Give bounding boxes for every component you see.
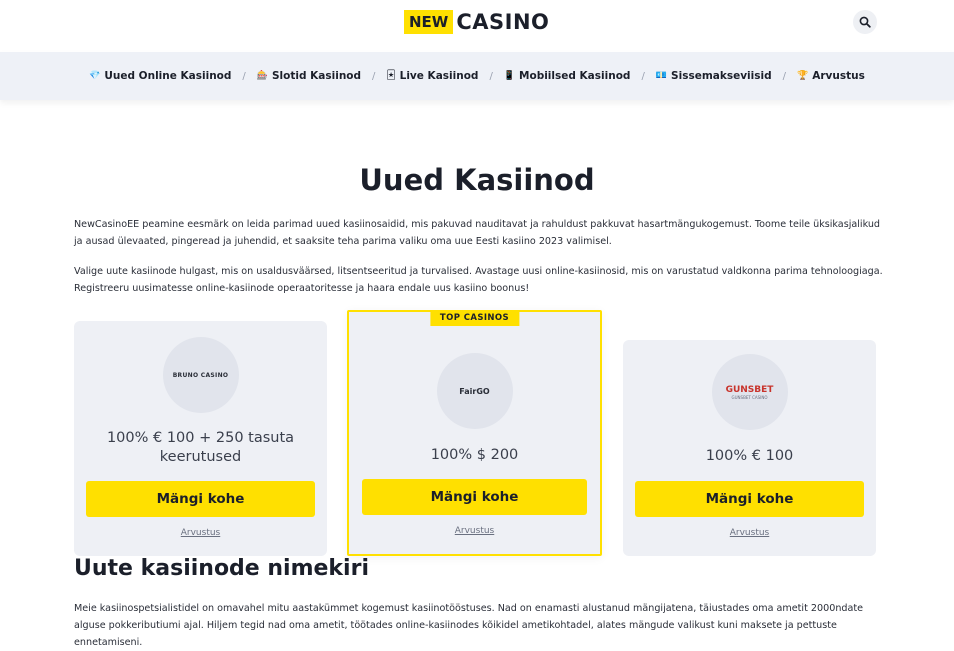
play-now-button[interactable]: Mängi kohe xyxy=(635,481,864,517)
main-nav: 💎 Uued Online Kasiinod / 🎰 Slotid Kasiin… xyxy=(0,52,954,100)
page-title: Uued Kasiinod xyxy=(359,163,595,197)
slot-machine-icon: 🎰 xyxy=(256,71,268,81)
nav-separator: / xyxy=(641,70,645,82)
bonus-text: 100% € 100 + 250 tasuta keerutused xyxy=(106,430,295,465)
nav-item-slotid-kasiinod[interactable]: 🎰 Slotid Kasiinod xyxy=(257,70,361,82)
mobile-phone-icon: 📱 xyxy=(503,71,516,81)
list-intro-paragraph: Meie kasiinospetsialistidel on omavahel … xyxy=(74,603,864,648)
nav-separator: / xyxy=(242,70,246,82)
review-link[interactable]: Arvustus xyxy=(623,528,876,538)
cards-icon: 🃏 xyxy=(386,71,396,81)
play-now-button[interactable]: Mängi kohe xyxy=(86,481,315,517)
nav-item-label: Slotid Kasiinod xyxy=(272,70,362,82)
gunsbet-logo-subtext: GUNSBET CASINO xyxy=(731,394,768,400)
nav-separator: / xyxy=(782,70,786,82)
bruno-casino-logo-text: BRUNO CASINO xyxy=(172,371,229,379)
casino-card-gunsbet: GUNSBET GUNSBET CASINO 100% € 100 Mängi … xyxy=(623,340,876,556)
trophy-icon: 🏆 xyxy=(796,71,809,81)
bonus-text: 100% € 100 xyxy=(705,448,794,464)
intro-paragraph-1: NewCasinoEE peamine eesmärk on leida par… xyxy=(74,219,880,247)
nav-item-label: Mobiilsed Kasiinod xyxy=(519,70,631,82)
nav-item-arvustus[interactable]: 🏆 Arvustus xyxy=(797,70,865,82)
nav-item-live-kasiinod[interactable]: 🃏 Live Kasiinod xyxy=(386,70,478,82)
casino-card-fairgo: TOP CASINOS FairGO 100% $ 200 Mängi kohe… xyxy=(347,310,602,556)
casino-logo-gunsbet[interactable]: GUNSBET GUNSBET CASINO xyxy=(711,354,788,430)
casino-card-bruno: BRUNO CASINO 100% € 100 + 250 tasuta kee… xyxy=(74,321,327,556)
nav-item-label: Uued Online Kasiinod xyxy=(104,70,232,82)
section-title: Uute kasiinode nimekiri xyxy=(74,556,369,581)
bonus-text: 100% $ 200 xyxy=(430,447,519,463)
gunsbet-logo-text: GUNSBET xyxy=(725,384,774,395)
nav-item-uued-online-kasiinod[interactable]: 💎 Uued Online Kasiinod xyxy=(89,70,231,82)
casino-logo-bruno[interactable]: BRUNO CASINO xyxy=(162,337,239,413)
diamond-icon: 💎 xyxy=(89,71,101,81)
nav-item-mobiilsed-kasiinod[interactable]: 📱 Mobiilsed Kasiinod xyxy=(504,70,631,82)
nav-item-label: Arvustus xyxy=(812,70,865,82)
intro-paragraph-2: Valige uute kasiinode hulgast, mis on us… xyxy=(74,266,883,294)
nav-item-label: Live Kasiinod xyxy=(399,70,479,82)
logo-casino-text: CASINO xyxy=(456,10,550,34)
search-button[interactable] xyxy=(853,10,877,34)
nav-item-label: Sissemakseviisid xyxy=(671,70,772,82)
site-logo[interactable]: NEW CASINO xyxy=(404,10,549,34)
top-casinos-badge: TOP CASINOS xyxy=(429,310,520,326)
fairgo-logo-text: FairGO xyxy=(459,386,490,396)
search-icon xyxy=(859,16,871,28)
casino-logo-fairgo[interactable]: FairGO xyxy=(436,353,513,429)
top-header: NEW CASINO xyxy=(0,0,954,52)
play-now-button[interactable]: Mängi kohe xyxy=(362,479,587,515)
nav-item-sissemakseviisid[interactable]: 💶 Sissemakseviisid xyxy=(656,70,772,82)
nav-separator: / xyxy=(489,70,493,82)
review-link[interactable]: Arvustus xyxy=(349,526,600,536)
review-link[interactable]: Arvustus xyxy=(74,528,327,538)
nav-separator: / xyxy=(372,70,376,82)
logo-new-text: NEW xyxy=(404,10,454,34)
money-icon: 💶 xyxy=(655,71,668,81)
